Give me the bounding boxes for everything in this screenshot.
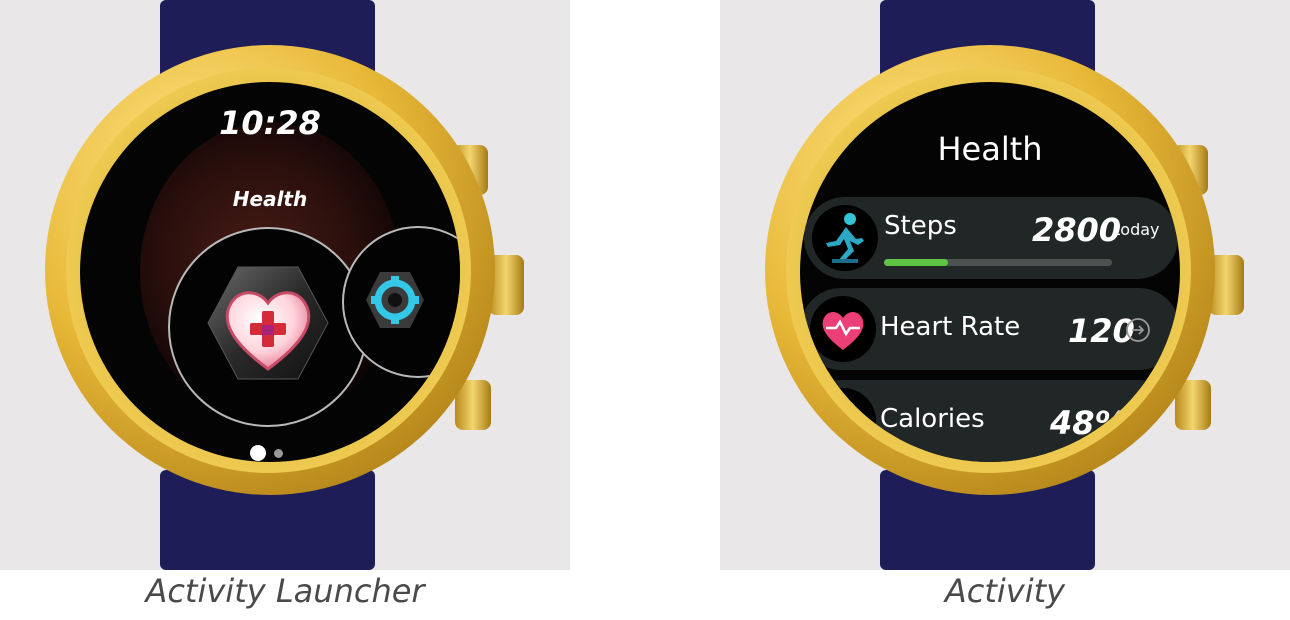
health-app-button[interactable] (168, 227, 368, 427)
calories-value: 48% (1050, 404, 1127, 442)
settings-app-button[interactable] (342, 226, 460, 378)
caption-activity: Activity (944, 572, 1066, 610)
heart-rate-row[interactable]: Heart Rate 120 (800, 288, 1180, 370)
heart-rate-label: Heart Rate (880, 312, 1021, 342)
activity-photo: Health Steps 2800 today Heart Rate 120 C… (720, 0, 1290, 570)
calories-indicator (1144, 410, 1160, 432)
launcher-photo: 10:28 Health 2024-11-04 10:28:58.57 (0, 0, 570, 570)
calories-label: Calories (880, 404, 985, 434)
heart-icon (810, 296, 876, 362)
flame-icon (810, 388, 876, 454)
arrow-right-circle-icon[interactable] (1125, 317, 1151, 343)
watch-screen: 10:28 Health 2024-11-04 10:28:58.57 (80, 82, 460, 462)
caption-launcher: Activity Launcher (145, 572, 425, 610)
page-dot-active[interactable] (250, 445, 266, 461)
screen-title: Health (937, 130, 1043, 168)
app-title: Health (232, 187, 308, 211)
steps-progress-fill (884, 259, 948, 266)
gear-icon (366, 272, 424, 328)
steps-value: 2800 (1032, 211, 1122, 249)
health-icon (207, 266, 329, 380)
steps-unit: today (1114, 220, 1160, 239)
clock-time: 10:28 (219, 104, 321, 142)
steps-progress-track (884, 259, 1112, 266)
steps-row[interactable]: Steps 2800 today (804, 197, 1178, 279)
calories-row[interactable]: Calories 48% (800, 380, 1180, 462)
watch-screen: Health Steps 2800 today Heart Rate 120 C… (800, 82, 1180, 462)
running-person-icon (812, 205, 878, 271)
steps-label: Steps (884, 211, 957, 241)
page-dot[interactable] (274, 449, 283, 458)
